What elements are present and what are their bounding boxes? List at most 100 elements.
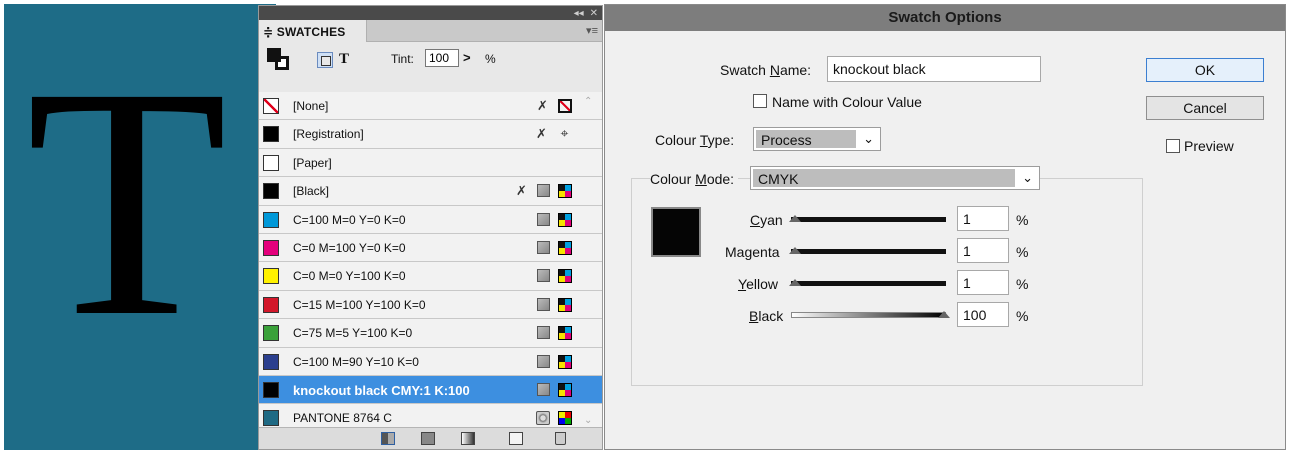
cyan-slider[interactable] xyxy=(791,217,946,222)
show-gradient-swatches-icon[interactable] xyxy=(461,432,475,445)
swatch-row-green[interactable]: C=75 M=5 Y=100 K=0 xyxy=(259,319,602,348)
fill-stroke-icon[interactable] xyxy=(267,48,289,70)
panel-bottom-bar xyxy=(259,427,602,449)
swatch-row-blue[interactable]: C=100 M=90 Y=10 K=0 xyxy=(259,347,602,376)
panel-tab-row: ≑ SWATCHES ▾≡ xyxy=(259,20,602,42)
black-label: Black xyxy=(749,308,784,324)
swatch-row-red[interactable]: C=15 M=100 Y=100 K=0 xyxy=(259,290,602,320)
scroll-down-icon[interactable]: ⌄ xyxy=(584,415,592,426)
cyan-slider-thumb[interactable] xyxy=(789,215,801,222)
swatch-name: C=100 M=90 Y=10 K=0 xyxy=(293,354,419,369)
swatch-row-magenta[interactable]: C=0 M=100 Y=0 K=0 xyxy=(259,233,602,263)
panel-menu-icon[interactable]: ▾≡ xyxy=(586,24,598,37)
color-mode-icon xyxy=(558,411,572,426)
document-canvas[interactable]: T xyxy=(4,4,276,450)
colour-type-select[interactable]: Process ⌄ xyxy=(753,127,881,151)
swatch-chip xyxy=(263,211,279,228)
swatch-name-input[interactable] xyxy=(827,56,1041,82)
yellow-slider[interactable] xyxy=(791,281,946,286)
swatch-row-knockout-black[interactable]: knockout black CMY:1 K:100 xyxy=(259,375,602,405)
cannot-edit-icon: ✗ xyxy=(516,183,527,199)
swatches-toolbar: T Tint: > % xyxy=(259,42,602,76)
magenta-slider-thumb[interactable] xyxy=(789,247,801,254)
swatch-row-none[interactable]: [None] ✗ xyxy=(259,92,602,121)
swatch-name: [Registration] xyxy=(293,127,364,142)
swatch-name-label: Swatch Name: xyxy=(720,62,812,78)
tint-label: Tint: xyxy=(391,52,414,66)
cancel-button[interactable]: Cancel xyxy=(1146,96,1264,120)
tab-swatches[interactable]: ≑ SWATCHES xyxy=(259,20,367,42)
formatting-affects-text-icon[interactable]: T xyxy=(339,51,349,68)
cyan-value-input[interactable] xyxy=(957,206,1009,231)
colour-type-label: Colour Type: xyxy=(655,132,735,148)
yellow-slider-thumb[interactable] xyxy=(789,279,801,286)
cannot-edit-icon: ✗ xyxy=(537,98,548,113)
show-all-swatches-icon[interactable] xyxy=(381,432,395,445)
swatch-chip xyxy=(263,268,279,285)
close-panel-icon[interactable]: ✕ xyxy=(590,8,598,19)
formatting-affects-container-icon[interactable] xyxy=(317,52,333,68)
colour-mode-label: Colour Mode: xyxy=(650,171,739,187)
preview-checkbox[interactable] xyxy=(1166,139,1180,153)
tint-percent-label: % xyxy=(485,52,496,66)
swatch-chip xyxy=(263,353,279,370)
swatch-name: C=100 M=0 Y=0 K=0 xyxy=(293,212,406,227)
swatch-chip xyxy=(263,410,279,427)
process-color-icon xyxy=(537,212,550,226)
cyan-label: Cyan xyxy=(750,212,783,228)
swatch-chip xyxy=(263,381,279,398)
canvas-glyph-t: T xyxy=(26,20,228,385)
swatch-chip xyxy=(263,98,279,114)
spot-color-icon xyxy=(536,411,550,426)
black-slider[interactable] xyxy=(791,312,946,318)
colour-mode-value: CMYK xyxy=(753,169,1015,187)
swatch-name: [Black] xyxy=(293,184,330,199)
swatch-name: knockout black CMY:1 K:100 xyxy=(293,382,470,398)
swatch-name: C=15 M=100 Y=100 K=0 xyxy=(293,297,426,312)
tint-slider-arrow-icon[interactable]: > xyxy=(463,50,471,65)
yellow-percent-label: % xyxy=(1016,276,1029,292)
show-color-swatches-icon[interactable] xyxy=(421,432,435,445)
process-color-icon xyxy=(537,269,550,283)
cmyk-mode-icon xyxy=(558,326,572,341)
swatch-chip xyxy=(263,239,279,256)
process-color-icon xyxy=(537,240,550,254)
swatch-chip xyxy=(263,183,279,200)
magenta-value-input[interactable] xyxy=(957,238,1009,263)
colour-mode-select[interactable]: CMYK ⌄ xyxy=(750,166,1040,190)
swatch-name: PANTONE 8764 C xyxy=(293,411,392,426)
delete-swatch-icon[interactable] xyxy=(555,432,566,445)
black-value-input[interactable] xyxy=(957,302,1009,327)
collapse-panel-icon[interactable]: ◂◂ xyxy=(574,8,584,19)
ok-button[interactable]: OK xyxy=(1146,58,1264,82)
swatch-chip xyxy=(263,126,279,143)
swatch-name: C=0 M=100 Y=0 K=0 xyxy=(293,240,406,255)
process-color-icon xyxy=(537,354,550,368)
cmyk-mode-icon xyxy=(558,382,572,397)
swatch-name: [Paper] xyxy=(293,155,332,170)
magenta-slider[interactable] xyxy=(791,249,946,254)
swatch-list-scrollbar[interactable]: ⌃ ⌄ xyxy=(584,96,598,426)
swatch-chip xyxy=(263,325,279,342)
black-slider-thumb[interactable] xyxy=(938,311,950,318)
swatch-name: C=75 M=5 Y=100 K=0 xyxy=(293,326,413,341)
preview-label: Preview xyxy=(1184,138,1234,154)
fill-box[interactable] xyxy=(267,48,281,62)
cmyk-mode-icon xyxy=(558,269,572,284)
cyan-percent-label: % xyxy=(1016,212,1029,228)
swatch-row-black[interactable]: [Black] ✗ xyxy=(259,177,602,206)
swatch-row-cyan[interactable]: C=100 M=0 Y=0 K=0 xyxy=(259,205,602,234)
process-color-icon xyxy=(537,382,550,396)
magenta-label: Magenta xyxy=(725,244,780,260)
tint-input[interactable] xyxy=(425,49,459,67)
swatch-row-paper[interactable]: [Paper] xyxy=(259,148,602,178)
yellow-value-input[interactable] xyxy=(957,270,1009,295)
swatch-row-registration[interactable]: [Registration] ✗ ⌖ xyxy=(259,120,602,149)
new-swatch-icon[interactable] xyxy=(509,432,523,445)
cmyk-mode-icon xyxy=(558,184,572,199)
colour-type-value: Process xyxy=(756,130,856,148)
swatch-chip xyxy=(263,296,279,313)
swatch-row-yellow[interactable]: C=0 M=0 Y=100 K=0 xyxy=(259,262,602,291)
scroll-up-icon[interactable]: ⌃ xyxy=(584,96,592,107)
name-with-colour-value-checkbox[interactable] xyxy=(753,94,767,108)
